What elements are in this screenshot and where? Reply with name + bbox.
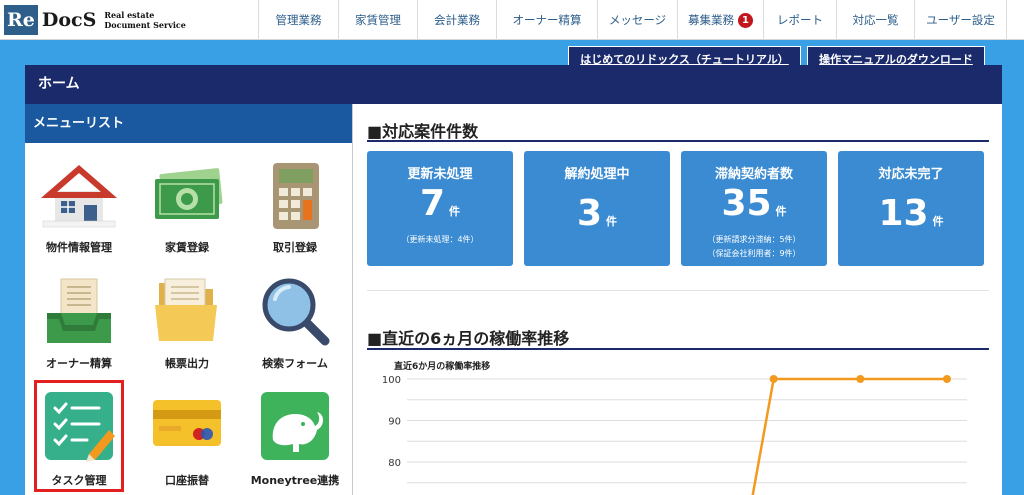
card-unit: 件 [775,205,787,218]
menu-item-form-output[interactable]: 帳票出力 [137,273,237,371]
menu-item-search-form[interactable]: 検索フォーム [245,273,345,371]
chart-y-tick: 80 [388,458,401,469]
chart-title: 直近6か月の稼働率推移 [394,360,490,372]
card-unit: 件 [606,215,618,228]
chart-y-tick: 90 [388,417,401,428]
card-renewal-pending[interactable]: 更新未処理 7件 （更新未処理：4件） [367,151,513,266]
card-unit: 件 [449,205,461,218]
nav-label: 管理業務 [275,13,322,27]
menu-item-label: 家賃登録 [165,241,209,254]
card-title: 滞納契約者数 [714,167,793,182]
nav-label: オーナー精算 [512,13,582,27]
card-subtext: （更新請求分滞納：5件） [707,235,801,244]
card-cancellation-processing[interactable]: 解約処理中 3件 [524,151,670,266]
menu-list-panel: メニューリスト 物件情報管理 家賃登録 取引登録 オーナー精算 帳票出力 検索フ… [25,104,352,495]
nav-item-rent[interactable]: 家賃管理 [338,0,417,40]
card-value: 7 [419,183,446,224]
menu-item-label: 取引登録 [273,241,317,254]
card-value: 3 [576,193,603,234]
card-value: 35 [721,183,772,224]
menu-item-property[interactable]: 物件情報管理 [29,157,129,255]
nav-item-response-list[interactable]: 対応一覧 [836,0,914,40]
card-value-row: 7件 [367,184,513,232]
task-highlight-box [34,380,124,492]
magnifier-icon [262,278,330,346]
menu-item-moneytree[interactable]: Moneytree連携 [245,390,345,488]
nav-label: 家賃管理 [355,13,401,27]
main-nav: 管理業務 家賃管理 会計業務 オーナー精算 メッセージ 募集業務 1 レポート 対… [258,0,1007,40]
dashboard-main: ■対応案件件数 更新未処理 7件 （更新未処理：4件） 解約処理中 3件 滞納契… [353,104,1002,495]
case-count-title: ■対応案件件数 [367,122,479,141]
trend-title: ■直近の6ヵ月の稼働率推移 [367,329,570,348]
nav-label: ユーザー設定 [926,13,995,27]
document-tray-icon [47,278,111,343]
card-title: 解約処理中 [564,167,630,182]
occupancy-trend-chart: 直近6か月の稼働率推移 100 90 80 [382,360,967,495]
notification-badge: 1 [738,12,753,28]
logo-subtitle: Real estate Document Service [104,10,186,30]
menu-item-rent-registration[interactable]: 家賃登録 [137,157,237,255]
chart-point[interactable] [856,375,865,383]
money-icon [155,168,223,219]
card-subtext-2: （保証会社利用者：9件） [707,249,801,258]
section-rule [367,348,989,350]
nav-label: 会計業務 [434,13,480,27]
redocs-logo[interactable]: Re DocS Real estate Document Service [4,4,186,36]
nav-label: メッセージ [608,13,667,27]
logo-subtitle-line2: Document Service [104,20,186,30]
menu-item-label: 口座振替 [165,474,209,487]
card-value-row: 35 件 [681,184,827,232]
card-value: 13 [878,193,929,234]
menu-item-label: Moneytree連携 [250,474,340,487]
chart-series-line [751,377,947,495]
nav-label: レポート [777,13,823,27]
logo-docs: DocS [41,9,97,31]
chart-point[interactable] [943,375,951,383]
chart-point[interactable] [769,375,778,383]
menu-item-label: 物件情報管理 [46,241,112,254]
menu-item-transaction[interactable]: 取引登録 [245,157,345,255]
card-unit: 件 [932,215,944,228]
top-navigation-bar: Re DocS Real estate Document Service 管理業… [0,0,1024,40]
credit-card-icon [153,400,221,446]
nav-item-accounting[interactable]: 会計業務 [417,0,496,40]
card-delinquent-tenants[interactable]: 滞納契約者数 35 件 （更新請求分滞納：5件） （保証会社利用者：9件） [681,151,827,266]
logo-subtitle-line1: Real estate [104,10,155,20]
nav-item-report[interactable]: レポート [763,0,836,40]
logo-re: Re [4,5,38,35]
card-subtext: （更新未処理：4件） [401,235,479,244]
card-value-row: 3件 [524,194,670,242]
calculator-icon [273,163,319,229]
section-rule [367,140,989,142]
chart-y-tick: 100 [382,375,401,386]
card-incomplete-responses[interactable]: 対応未完了 13 件 [838,151,984,266]
nav-item-management[interactable]: 管理業務 [258,0,338,40]
card-title: 対応未完了 [878,167,944,182]
menu-item-label: 検索フォーム [262,357,328,370]
nav-item-owner-settlement[interactable]: オーナー精算 [496,0,597,40]
menu-item-account-transfer[interactable]: 口座振替 [137,390,237,488]
nav-item-recruitment[interactable]: 募集業務 1 [677,0,763,40]
menu-item-owner-settlement[interactable]: オーナー精算 [29,273,129,371]
menu-item-label: 帳票出力 [165,357,209,370]
section-separator [367,290,989,291]
card-value-row: 13 件 [838,194,984,242]
nav-item-user-settings[interactable]: ユーザー設定 [914,0,1007,40]
page-title: ホーム [25,65,1002,104]
moneytree-icon [261,392,329,460]
menu-item-label: オーナー精算 [46,357,112,370]
folder-icon [155,278,217,341]
house-icon [40,165,118,228]
nav-label: 募集業務 [688,13,734,27]
nav-item-messages[interactable]: メッセージ [597,0,677,40]
card-title: 更新未処理 [407,167,473,182]
menu-list-title: メニューリスト [25,104,352,143]
nav-label: 対応一覧 [852,13,899,27]
